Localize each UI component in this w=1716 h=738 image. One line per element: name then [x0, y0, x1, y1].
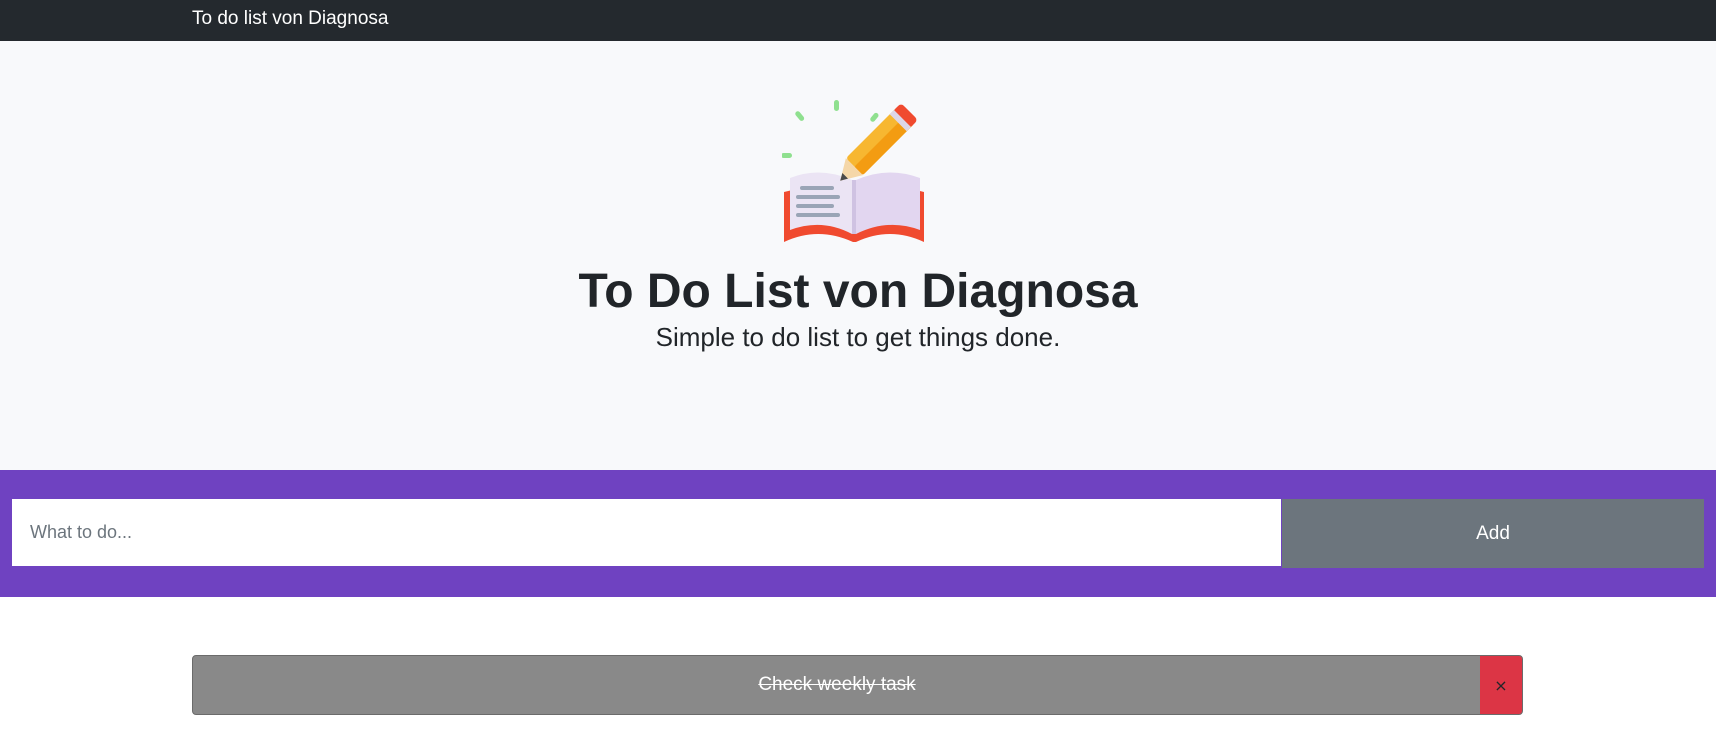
hero-section: To Do List von Diagnosa Simple to do lis… — [0, 41, 1716, 470]
page-subtitle: Simple to do list to get things done. — [655, 322, 1061, 352]
navbar-brand[interactable]: To do list von Diagnosa — [192, 8, 388, 30]
page-title: To Do List von Diagnosa — [578, 265, 1138, 318]
todo-item-text[interactable]: Check weekly task — [193, 656, 1481, 714]
navbar: To do list von Diagnosa — [0, 0, 1716, 41]
book-pencil-icon — [782, 100, 924, 242]
todo-list: Check weekly task × — [192, 655, 1523, 715]
todo-input[interactable] — [12, 499, 1281, 566]
delete-button[interactable]: × — [1480, 656, 1522, 714]
add-button[interactable]: Add — [1282, 499, 1704, 568]
todo-item[interactable]: Check weekly task × — [192, 655, 1523, 715]
add-todo-form: Add — [0, 470, 1716, 597]
